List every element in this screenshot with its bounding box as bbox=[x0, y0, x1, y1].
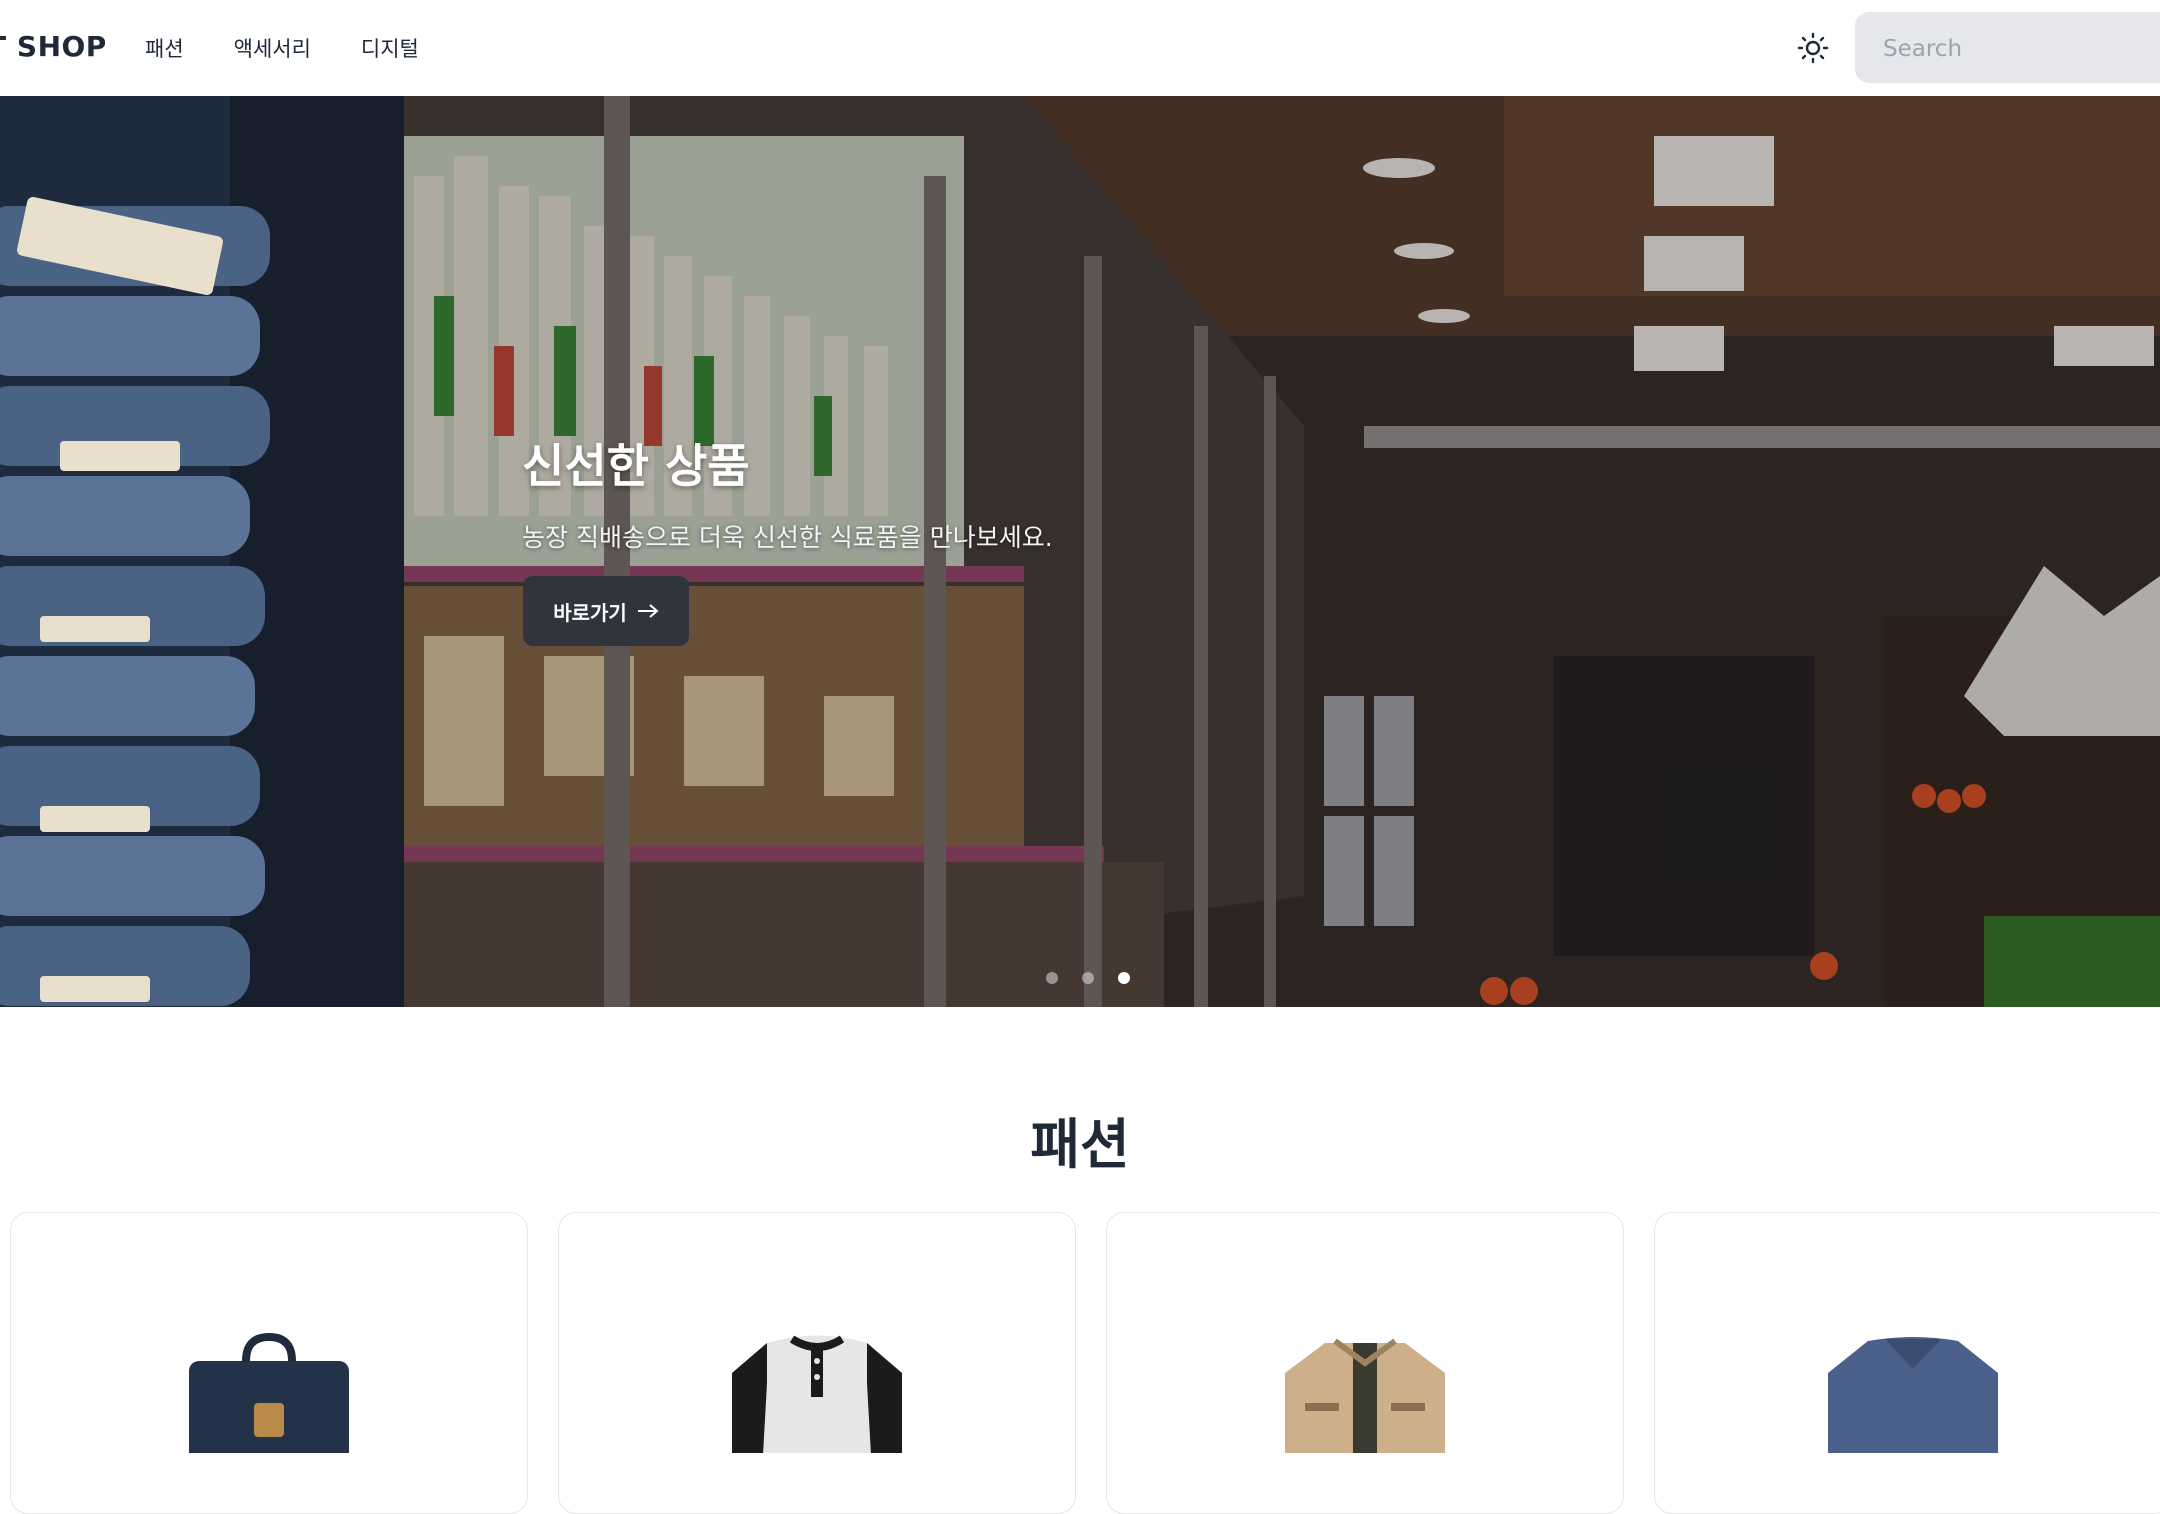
hero-cta-button[interactable]: 바로가기 bbox=[523, 576, 689, 646]
search-input[interactable] bbox=[1881, 12, 2160, 85]
previous-slide-image bbox=[0, 96, 404, 1007]
henley-shirt-icon bbox=[732, 1335, 902, 1453]
arrow-right-icon bbox=[637, 604, 659, 618]
product-card[interactable] bbox=[1106, 1212, 1624, 1514]
sweater-icon bbox=[1828, 1337, 1998, 1453]
carousel-dot-1[interactable] bbox=[1046, 972, 1058, 984]
product-card[interactable] bbox=[1654, 1212, 2160, 1514]
product-card[interactable] bbox=[558, 1212, 1076, 1514]
site-header: CT SHOP 패션 액세서리 디지털 bbox=[0, 0, 2160, 97]
brand-logo[interactable]: CT SHOP bbox=[0, 30, 107, 63]
hero-subtitle: 농장 직배송으로 더욱 신선한 식료품을 만나보세요. bbox=[522, 523, 1053, 552]
carousel-dot-2[interactable] bbox=[1082, 972, 1094, 984]
theme-toggle-button[interactable] bbox=[1795, 30, 1831, 66]
hero-cta-label: 바로가기 bbox=[553, 600, 627, 625]
jeans-stack-image bbox=[0, 96, 404, 1007]
nav-item-accessories[interactable]: 액세서리 bbox=[234, 33, 311, 63]
carousel-indicators bbox=[1046, 972, 1130, 984]
nav-item-fashion[interactable]: 패션 bbox=[145, 33, 184, 63]
nav-item-digital[interactable]: 디지털 bbox=[361, 33, 419, 63]
main-nav: 패션 액세서리 디지털 bbox=[145, 33, 469, 63]
hero-carousel: 신선한 상품 농장 직배송으로 더욱 신선한 식료품을 만나보세요. 바로가기 bbox=[0, 96, 2160, 1007]
hero-title: 신선한 상품 bbox=[522, 439, 750, 493]
backpack-icon bbox=[189, 1333, 349, 1453]
search-box bbox=[1855, 12, 2160, 85]
sun-icon bbox=[1797, 32, 1829, 64]
section-title: 패션 bbox=[1030, 1113, 1130, 1176]
jacket-icon bbox=[1285, 1338, 1445, 1453]
carousel-dot-3[interactable] bbox=[1118, 972, 1130, 984]
product-card[interactable] bbox=[10, 1212, 528, 1514]
hero-caption: 신선한 상품 농장 직배송으로 더욱 신선한 식료품을 만나보세요. bbox=[522, 430, 1053, 554]
